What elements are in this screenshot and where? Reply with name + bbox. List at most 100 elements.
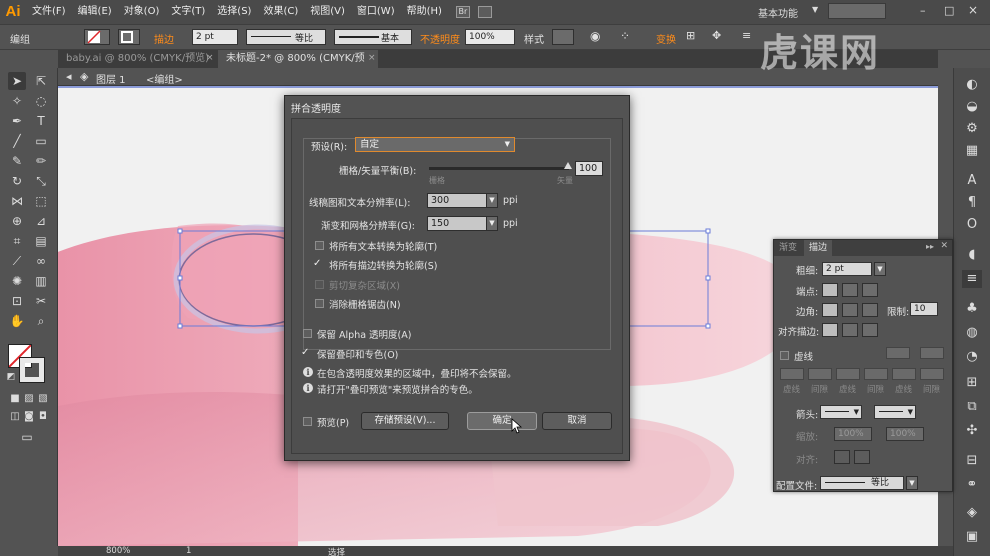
brushes-icon[interactable]: ▦	[962, 142, 982, 160]
scale-tool-icon[interactable]: ⤡	[32, 172, 50, 190]
perspective-grid-icon[interactable]: ⊿	[32, 212, 50, 230]
rotate-tool-icon[interactable]: ↻	[8, 172, 26, 190]
miter-join-button[interactable]	[822, 303, 838, 317]
libraries-icon[interactable]: ▣	[962, 528, 982, 546]
appearance-panel-icon[interactable]: ◔	[962, 348, 982, 366]
zoom-level[interactable]: 800%	[106, 546, 130, 556]
recolor-icon[interactable]: ◉	[590, 29, 600, 43]
zoom-tool-icon[interactable]: ⌕	[32, 312, 50, 330]
pen-tool-icon[interactable]: ✒	[8, 112, 26, 130]
align-outside-button[interactable]	[862, 323, 878, 337]
align-inside-button[interactable]	[842, 323, 858, 337]
artboards-panel-icon[interactable]: ⊟	[962, 452, 982, 470]
dash-3-input[interactable]	[892, 368, 916, 380]
symbol-sprayer-icon[interactable]: ✺	[8, 272, 26, 290]
rectangle-tool-icon[interactable]: ▭	[32, 132, 50, 150]
workspace-switcher[interactable]: 基本功能	[758, 5, 798, 20]
tab-untitled-2[interactable]: 未标题-2* @ 800% (CMYK/预览)	[218, 50, 378, 82]
projecting-cap-button[interactable]	[862, 283, 878, 297]
menu-file[interactable]: 文件(F)	[26, 0, 72, 24]
pathfinder-icon[interactable]: ⧉	[962, 398, 982, 416]
screen-mode-icon[interactable]: ▭	[18, 428, 36, 446]
shape-builder-icon[interactable]: ⊕	[8, 212, 26, 230]
menu-view[interactable]: 视图(V)	[304, 0, 351, 24]
artboard-tool-icon[interactable]: ⊡	[8, 292, 26, 310]
save-preset-button[interactable]: 存储预设(V)...	[361, 412, 449, 430]
draw-inside-icon[interactable]: ◘	[34, 408, 52, 426]
transform-label[interactable]: 变换	[656, 31, 676, 46]
variable-width-profile[interactable]: 等比	[246, 29, 326, 45]
tab-gradient[interactable]: 渐变	[774, 240, 802, 256]
graphic-styles-icon[interactable]: ◍	[962, 324, 982, 342]
gradient-tool-icon[interactable]: ▤	[32, 232, 50, 250]
paragraph-panel-icon[interactable]: ¶	[962, 194, 982, 212]
close-tab-icon[interactable]: ×	[206, 53, 214, 63]
menu-select[interactable]: 选择(S)	[211, 0, 257, 24]
type-tool-icon[interactable]: T	[32, 112, 50, 130]
layers-panel-icon[interactable]: ◈	[962, 504, 982, 522]
width-profile-select[interactable]: 等比	[820, 476, 904, 490]
selection-tool-icon[interactable]: ➤	[8, 72, 26, 90]
fill-swatch[interactable]	[84, 29, 110, 45]
arrow-align-end-button[interactable]	[854, 450, 870, 464]
pencil-icon[interactable]: ✏	[32, 152, 50, 170]
free-transform-icon[interactable]: ⬚	[32, 192, 50, 210]
clip-complex-checkbox[interactable]	[315, 280, 324, 289]
default-colors-icon[interactable]: ◩	[2, 368, 20, 386]
round-join-button[interactable]	[842, 303, 858, 317]
collapse-icon[interactable]: ▸▸	[926, 242, 934, 251]
graphic-style-swatch[interactable]	[552, 29, 574, 45]
gradient-mesh-resolution-input[interactable]: 150	[427, 216, 487, 231]
transform-options-icon[interactable]: ✥	[712, 29, 721, 42]
artboard-number[interactable]: 1	[186, 546, 191, 556]
close-tab-icon[interactable]: ×	[368, 53, 376, 63]
blend-tool-icon[interactable]: ∞	[32, 252, 50, 270]
maximize-button[interactable]: □	[944, 4, 954, 17]
breadcrumb-layer[interactable]: 图层 1	[96, 71, 126, 86]
bridge-icon[interactable]: Br	[455, 6, 470, 18]
links-panel-icon[interactable]: ⚭	[962, 476, 982, 494]
checkmark-icon[interactable]: ✓	[301, 348, 310, 358]
isolate-group-icon[interactable]: ⊞	[686, 29, 695, 42]
end-scale-input[interactable]: 100%	[886, 427, 924, 441]
mesh-tool-icon[interactable]: ⌗	[8, 232, 26, 250]
graph-tool-icon[interactable]: ▥	[32, 272, 50, 290]
search-input[interactable]	[828, 3, 886, 19]
stroke-color-swatch[interactable]	[19, 357, 45, 383]
menu-object[interactable]: 对象(O)	[118, 0, 166, 24]
none-mode-icon[interactable]: ▧	[34, 390, 52, 408]
raster-vector-input[interactable]: 100	[575, 161, 603, 176]
width-tool-icon[interactable]: ⋈	[8, 192, 26, 210]
align-center-button[interactable]	[822, 323, 838, 337]
gap-1-input[interactable]	[808, 368, 832, 380]
bevel-join-button[interactable]	[862, 303, 878, 317]
align-dash-button[interactable]	[920, 347, 944, 359]
start-scale-input[interactable]: 100%	[834, 427, 872, 441]
chevron-down-icon[interactable]: ▼	[874, 262, 886, 276]
paintbrush-icon[interactable]: ✎	[8, 152, 26, 170]
antialias-checkbox[interactable]	[315, 299, 324, 308]
slice-tool-icon[interactable]: ✂	[32, 292, 50, 310]
character-panel-icon[interactable]: A	[962, 172, 982, 190]
stroke-weight-input[interactable]: 2 pt	[822, 262, 872, 276]
convert-text-outlines-checkbox[interactable]	[315, 241, 324, 250]
chevron-down-icon[interactable]: ▼	[812, 5, 818, 14]
ok-button[interactable]: 确定	[467, 412, 537, 430]
dash-2-input[interactable]	[836, 368, 860, 380]
stroke-swatch[interactable]	[118, 29, 140, 45]
close-button[interactable]: ×	[968, 3, 978, 17]
eyedropper-icon[interactable]: ⟋	[8, 252, 26, 270]
menu-effect[interactable]: 效果(C)	[257, 0, 304, 24]
stroke-weight-field[interactable]: 2 pt	[192, 29, 238, 45]
raster-vector-slider[interactable]	[429, 167, 569, 170]
chevron-down-icon[interactable]: ▼	[486, 193, 498, 208]
preset-select[interactable]: 自定 ▼	[355, 137, 515, 152]
menu-help[interactable]: 帮助(H)	[401, 0, 448, 24]
close-icon[interactable]: ✕	[940, 241, 948, 251]
stroke-label[interactable]: 描边	[154, 31, 174, 46]
arrange-documents-icon[interactable]	[477, 6, 492, 18]
chevron-down-icon[interactable]: ▼	[906, 476, 918, 490]
color-panel-icon[interactable]: ◐	[962, 76, 982, 94]
round-cap-button[interactable]	[842, 283, 858, 297]
start-arrowhead-select[interactable]: ▼	[820, 405, 862, 419]
